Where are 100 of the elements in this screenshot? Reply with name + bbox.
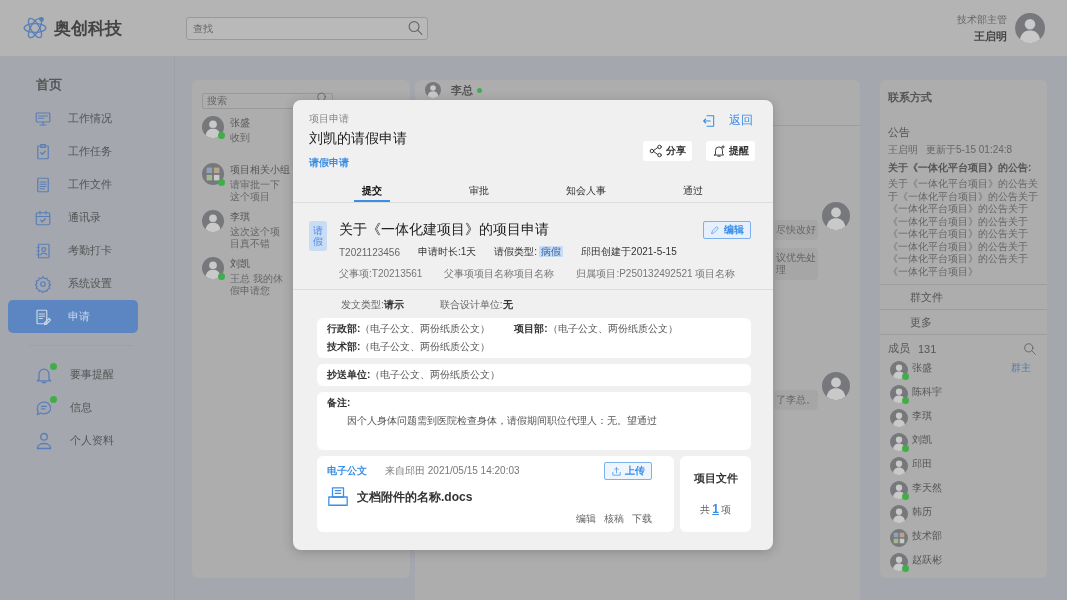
avatar	[890, 409, 908, 427]
cc-entry: 抄送单位:（电子公文、两份纸质公文）	[327, 369, 501, 380]
calendar-check-icon	[34, 208, 52, 227]
atom-icon	[22, 15, 48, 41]
department-entry: 技术部:（电子公文、两份纸质公文）	[327, 340, 491, 354]
avatar	[890, 457, 908, 475]
nav-item[interactable]: 要事提醒	[8, 358, 138, 391]
search-field[interactable]: 查找	[186, 16, 428, 40]
avatar	[202, 210, 224, 232]
search-icon	[407, 19, 424, 37]
upload-button[interactable]: 上传	[604, 462, 652, 480]
share-button[interactable]: 分享	[643, 141, 692, 161]
contact-name: 李总	[451, 83, 473, 98]
member-name: 李天然	[912, 481, 942, 495]
document-icon	[34, 175, 52, 194]
member-name: 赵跃彬	[912, 553, 942, 567]
share-icon	[649, 144, 663, 158]
back-button[interactable]: 返回	[701, 112, 755, 129]
user-name: 王启明	[974, 28, 1007, 44]
member-name: 技术部	[912, 529, 942, 543]
parent-name: 父事项项目名称项目名称	[444, 267, 555, 281]
nav-item[interactable]: 工作情况	[8, 102, 138, 135]
group-avatar	[202, 163, 224, 185]
avatar	[822, 202, 850, 230]
avatar	[890, 553, 908, 571]
avatar	[425, 82, 441, 98]
brand-name: 奥创科技	[54, 17, 122, 40]
nav-item[interactable]: 系统设置	[8, 267, 138, 300]
project-files-title: 项目文件	[693, 471, 738, 486]
attachment-tag: 电子公文	[327, 464, 367, 478]
step-tab[interactable]: 审批	[461, 184, 498, 202]
notice-heading: 公告	[888, 125, 911, 140]
joint-unit: 联合设计单位:无	[439, 298, 513, 312]
file-count: 共1项	[700, 502, 731, 517]
settings-icon	[34, 274, 52, 293]
remind-button[interactable]: 提醒	[706, 141, 755, 161]
step-tab[interactable]: 知会人事	[557, 184, 614, 202]
member-name: 陈科宇	[912, 385, 942, 399]
nav-item[interactable]: 工作文件	[8, 168, 138, 201]
breadcrumb: 项目申请	[309, 112, 350, 126]
department-entry: 项目部:（电子公文、两份纸质公文）	[514, 322, 678, 336]
contact-name: 李琪	[230, 210, 251, 224]
members-label: 成员	[888, 341, 910, 356]
file-tray-icon	[327, 486, 349, 508]
member-name: 张盛	[912, 361, 932, 375]
clipboard-check-icon	[34, 142, 52, 161]
avatar	[890, 505, 908, 523]
parent-item: 父事项:T20213561	[339, 267, 423, 281]
member-name: 刘凯	[912, 433, 932, 447]
avatar	[202, 257, 224, 279]
user-role: 技术部主管	[957, 12, 1007, 27]
nav-item[interactable]: 工作任务	[8, 135, 138, 168]
nav-item[interactable]: 申请	[8, 300, 138, 333]
category-link[interactable]: 请假申请	[309, 156, 349, 170]
edit-document-icon	[34, 307, 52, 326]
monitor-icon	[34, 109, 52, 128]
file-action-link[interactable]: 下载	[632, 512, 652, 526]
file-action-link[interactable]: 编辑	[576, 512, 596, 526]
panel-link[interactable]: 更多	[880, 309, 1047, 334]
nav-item[interactable]: 通讯录	[8, 201, 138, 234]
person-icon	[34, 430, 54, 451]
panel-title: 联系方式	[887, 90, 933, 105]
attachment-source: 来自邱田 2021/05/15 14:20:03	[385, 464, 520, 478]
nav-item[interactable]: 个人资料	[8, 424, 138, 457]
avatar	[1015, 13, 1045, 43]
panel-link[interactable]: 群文件	[880, 284, 1047, 309]
avatar	[890, 433, 908, 451]
contact-name: 刘凯	[230, 257, 251, 271]
remark-label: 备注:	[327, 396, 352, 410]
department-entry: 行政部:（电子公文、两份纸质公文）	[327, 322, 491, 336]
members-count: 131	[918, 342, 937, 355]
step-tab[interactable]: 提交	[354, 184, 391, 202]
document-title: 关于《一体化建项目》的项目申请	[339, 221, 549, 239]
document-type: 发文类型:请示	[341, 298, 404, 312]
search-icon	[1023, 341, 1037, 356]
created-info: 邱田创建于2021-5-15	[581, 245, 677, 259]
bell-icon	[712, 144, 726, 158]
avatar	[890, 481, 908, 499]
contact-name: 项目相关小组	[230, 163, 290, 177]
group-avatar	[890, 529, 908, 547]
notice-title: 关于《一体化平台项目》的公告:	[888, 161, 1033, 175]
file-action-link[interactable]: 核稿	[604, 512, 624, 526]
nav-item[interactable]: 考勤打卡	[8, 234, 138, 267]
search-field[interactable]: 搜索	[202, 92, 333, 109]
member-role: 群主	[1011, 361, 1031, 375]
member-name: 李琪	[912, 409, 932, 423]
avatar	[202, 116, 224, 138]
type-badge: 请假	[309, 221, 327, 251]
pencil-icon	[710, 225, 720, 235]
exit-icon	[701, 112, 717, 129]
remark-text: 因个人身体问题需到医院检查身体，请假期间职位代理人：无。望通过	[347, 414, 658, 428]
contact-name: 张盛	[230, 116, 251, 130]
nav-item[interactable]: 信息	[8, 391, 138, 424]
document-code: T2021123456	[339, 246, 400, 258]
project-info: 归属项目:P250132492521 项目名称	[576, 267, 736, 281]
sidebar-heading: 首页	[36, 76, 63, 94]
dialog-title: 刘凯的请假申请	[309, 130, 407, 148]
step-tab[interactable]: 通过	[674, 184, 711, 202]
edit-button[interactable]: 编辑	[703, 221, 751, 239]
leave-type-label: 请假类型: 病假	[494, 245, 564, 259]
